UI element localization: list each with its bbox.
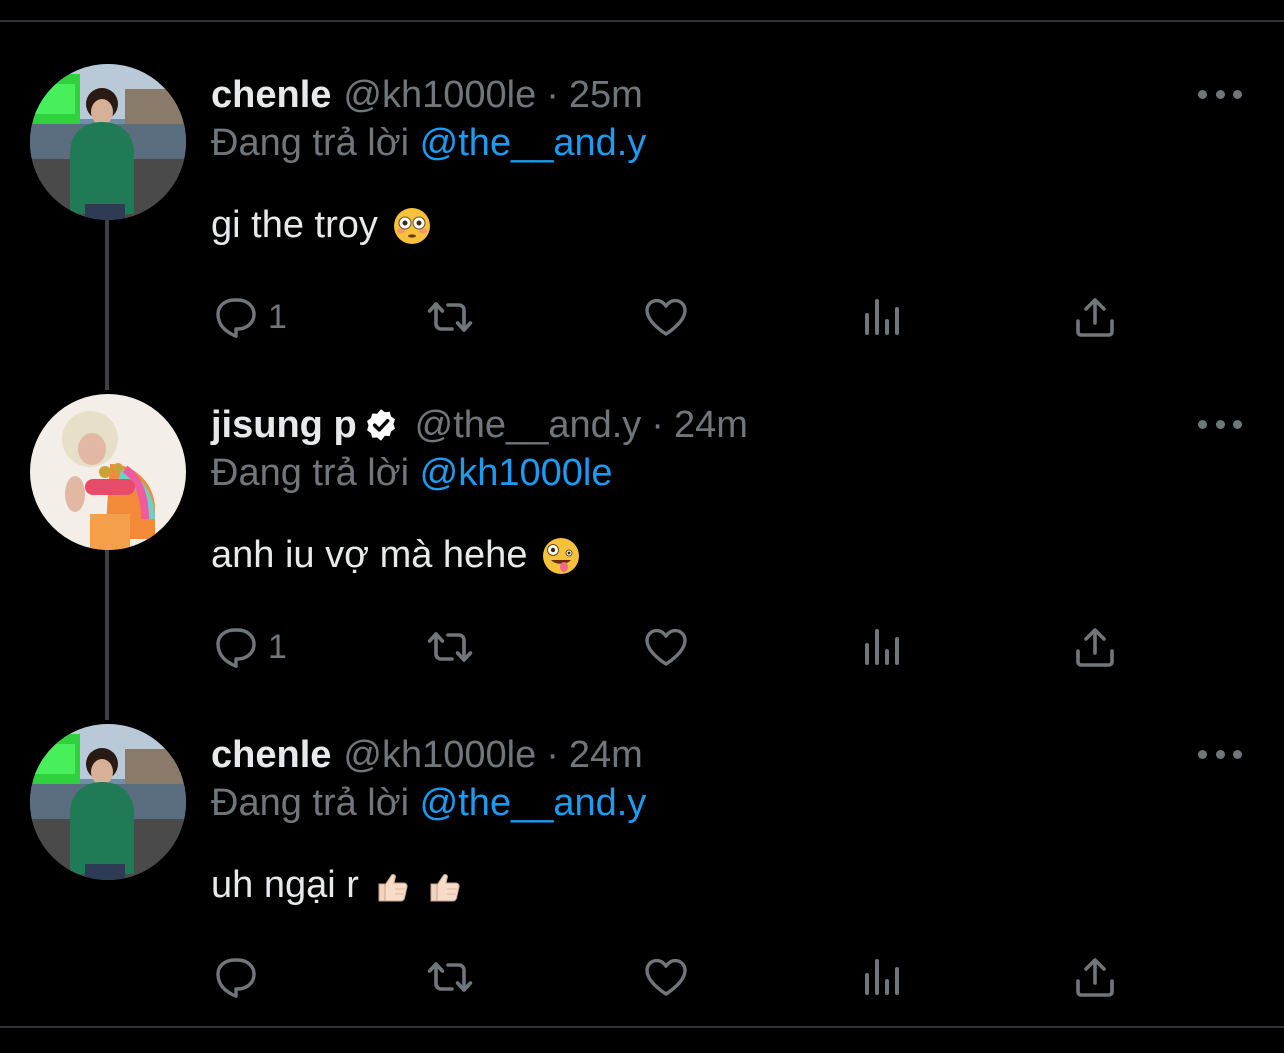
tweet-text: anh iu vợ mà hehe	[211, 534, 581, 577]
reply-button[interactable]: 1	[212, 292, 287, 342]
retweet-button[interactable]	[426, 292, 474, 342]
display-name[interactable]: jisung p	[211, 404, 357, 447]
like-button[interactable]	[642, 952, 690, 1002]
replying-to: Đang trả lời @kh1000le	[211, 452, 613, 495]
share-icon	[1071, 293, 1119, 341]
reply-icon	[212, 623, 260, 671]
separator-dot: ·	[651, 403, 664, 446]
tweet[interactable]: chenle @kh1000le · 25m Đang trả lời @the…	[0, 64, 1284, 394]
reply-icon	[212, 953, 260, 1001]
more-options-icon[interactable]	[1198, 84, 1242, 104]
reply-count: 1	[268, 627, 287, 666]
heart-icon	[642, 623, 690, 671]
more-options-icon[interactable]	[1198, 744, 1242, 764]
replying-to: Đang trả lời @the__and.y	[211, 782, 646, 825]
retweet-icon	[426, 623, 474, 671]
reply-count: 1	[268, 297, 287, 336]
reply-mention[interactable]: @kh1000le	[420, 452, 613, 494]
retweet-icon	[426, 293, 474, 341]
action-bar	[0, 952, 1284, 1002]
tweet-body: uh ngại r	[211, 864, 359, 906]
analytics-button[interactable]	[857, 292, 905, 342]
reply-mention[interactable]: @the__and.y	[420, 782, 647, 824]
reply-button[interactable]: 1	[212, 622, 287, 672]
share-button[interactable]	[1071, 952, 1119, 1002]
thumbs-up-emoji	[373, 866, 413, 906]
flushed-face-emoji	[392, 206, 432, 246]
retweet-button[interactable]	[426, 952, 474, 1002]
bottom-divider	[0, 1026, 1284, 1028]
reply-prefix: Đang trả lời	[211, 452, 410, 494]
tweet[interactable]: chenle @kh1000le · 24m Đang trả lời @the…	[0, 724, 1284, 1053]
analytics-button[interactable]	[857, 952, 905, 1002]
retweet-button[interactable]	[426, 622, 474, 672]
like-button[interactable]	[642, 622, 690, 672]
avatar[interactable]	[30, 724, 186, 880]
timestamp[interactable]: 25m	[569, 74, 643, 117]
heart-icon	[642, 293, 690, 341]
heart-icon	[642, 953, 690, 1001]
tweet-body: gi the troy	[211, 204, 378, 246]
share-button[interactable]	[1071, 292, 1119, 342]
share-button[interactable]	[1071, 622, 1119, 672]
analytics-icon	[857, 953, 905, 1001]
action-bar: 1	[0, 292, 1284, 342]
tweet[interactable]: jisung p @the__and.y · 24m Đang trả lời …	[0, 394, 1284, 724]
tweet-text: uh ngại r	[211, 864, 465, 907]
timestamp[interactable]: 24m	[674, 404, 748, 447]
reply-prefix: Đang trả lời	[211, 122, 410, 164]
more-options-icon[interactable]	[1198, 414, 1242, 434]
reply-mention[interactable]: @the__and.y	[420, 122, 647, 164]
analytics-button[interactable]	[857, 622, 905, 672]
analytics-icon	[857, 293, 905, 341]
user-handle[interactable]: @the__and.y	[415, 404, 642, 447]
separator-dot: ·	[546, 733, 559, 776]
zany-face-emoji	[541, 536, 581, 576]
avatar[interactable]	[30, 394, 186, 550]
reply-prefix: Đang trả lời	[211, 782, 410, 824]
separator-dot: ·	[546, 73, 559, 116]
action-bar: 1	[0, 622, 1284, 672]
verified-badge-icon	[363, 407, 399, 443]
reply-button[interactable]	[212, 952, 268, 1002]
retweet-icon	[426, 953, 474, 1001]
thumbs-up-emoji	[425, 866, 465, 906]
like-button[interactable]	[642, 292, 690, 342]
share-icon	[1071, 623, 1119, 671]
user-handle[interactable]: @kh1000le	[343, 74, 536, 117]
tweet-body: anh iu vợ mà hehe	[211, 534, 528, 576]
display-name[interactable]: chenle	[211, 734, 331, 777]
replying-to: Đang trả lời @the__and.y	[211, 122, 646, 165]
timestamp[interactable]: 24m	[569, 734, 643, 777]
avatar[interactable]	[30, 64, 186, 220]
display-name[interactable]: chenle	[211, 74, 331, 117]
share-icon	[1071, 953, 1119, 1001]
analytics-icon	[857, 623, 905, 671]
tweet-text: gi the troy	[211, 204, 432, 247]
reply-icon	[212, 293, 260, 341]
user-handle[interactable]: @kh1000le	[343, 734, 536, 777]
top-divider	[0, 20, 1284, 22]
